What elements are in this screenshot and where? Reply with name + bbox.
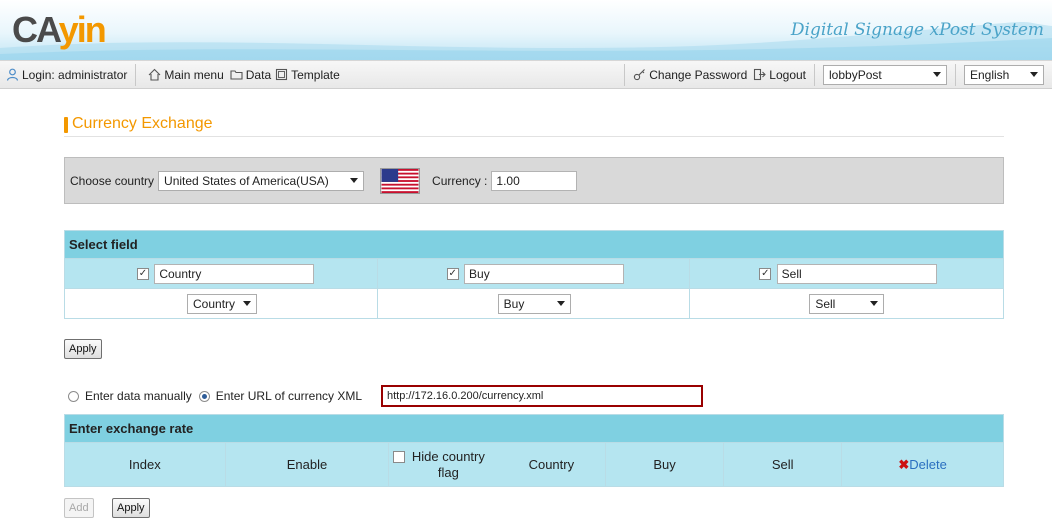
folder-icon	[230, 70, 243, 80]
template-icon	[276, 68, 288, 81]
template-link[interactable]: Template	[275, 68, 340, 82]
hide-flag-checkbox[interactable]	[393, 450, 406, 463]
menubar-divider	[814, 63, 815, 86]
index-column-header: Index	[64, 442, 226, 487]
logout-icon	[754, 68, 767, 81]
sell-field-input[interactable]: Sell	[776, 263, 937, 284]
logout-label: Logout	[769, 67, 806, 82]
chevron-down-icon	[350, 178, 359, 183]
site-select-value: lobbyPost	[829, 67, 882, 82]
delete-link[interactable]: Delete	[909, 457, 947, 472]
change-password-link[interactable]: Change Password	[633, 68, 747, 82]
buy-column-header: Buy	[604, 442, 725, 487]
data-label: Data	[245, 67, 272, 82]
select-field-heading: Select field	[64, 230, 1004, 259]
menubar-divider	[955, 63, 956, 86]
delete-icon: ✖	[898, 456, 910, 472]
add-row-button[interactable]: Add	[64, 498, 94, 518]
delete-column-header[interactable]: ✖Delete	[841, 442, 1004, 487]
chevron-down-icon	[1030, 72, 1038, 77]
hide-flag-label: Hide country flag	[411, 448, 485, 480]
exchange-rate-heading: Enter exchange rate	[64, 414, 1004, 443]
app-header: CAyin Digital Signage xPost System	[0, 0, 1052, 60]
top-menubar: Login: administrator Main menu Data Temp…	[0, 60, 1052, 89]
buy-field-checkbox[interactable]: ✓	[446, 268, 459, 281]
field-map-cell-country: Country	[64, 288, 378, 319]
main-menu-label: Main menu	[164, 67, 224, 82]
currency-input[interactable]: 1.00	[491, 170, 578, 191]
product-tagline: Digital Signage xPost System	[790, 20, 1044, 40]
country-select-value: United States of America(USA)	[164, 173, 329, 188]
home-icon	[149, 68, 161, 81]
buy-column-select-value: Buy	[503, 296, 525, 311]
menubar-divider	[135, 63, 137, 86]
data-source-options: Enter data manually Enter URL of currenc…	[68, 386, 362, 406]
chevron-down-icon	[933, 72, 941, 77]
title-accent-bar	[64, 117, 68, 133]
exchange-rate-table: Enter exchange rate Index Enable Hide co…	[64, 414, 1004, 487]
field-cell-sell: ✓ Sell	[689, 258, 1004, 289]
select-field-table: Select field ✓ Country ✓ Buy ✓ Sell Coun…	[64, 230, 1004, 319]
data-link[interactable]: Data	[230, 68, 271, 82]
buy-column-select[interactable]: Buy	[497, 293, 571, 314]
main-menu-link[interactable]: Main menu	[148, 67, 224, 82]
language-select-value: English	[970, 67, 1010, 82]
currency-label: Currency :	[432, 173, 488, 188]
field-cell-buy: ✓ Buy	[376, 258, 691, 289]
field-map-cell-sell: Sell	[689, 288, 1004, 319]
key-icon	[634, 69, 646, 81]
manual-entry-label: Enter data manually	[85, 389, 192, 403]
buy-field-input[interactable]: Buy	[464, 263, 625, 284]
menubar-divider	[624, 63, 626, 86]
page-title: Currency Exchange	[64, 115, 1004, 137]
choose-country-label: Choose country	[70, 173, 155, 188]
login-indicator: Login: administrator	[6, 68, 127, 82]
sell-column-header: Sell	[723, 442, 843, 487]
language-select[interactable]: English	[964, 64, 1044, 85]
manual-entry-radio[interactable]	[68, 390, 79, 402]
enable-column-header: Enable	[224, 442, 390, 487]
country-column-select-value: Country	[193, 296, 236, 311]
user-icon	[6, 68, 19, 81]
login-label: Login: administrator	[22, 67, 128, 82]
country-field-input[interactable]: Country	[154, 263, 315, 284]
chevron-down-icon	[556, 301, 565, 306]
country-panel: Choose country United States of America(…	[64, 157, 1004, 204]
country-select[interactable]: United States of America(USA)	[158, 170, 365, 191]
currency-xml-url-input[interactable]: http://172.16.0.200/currency.xml	[381, 385, 703, 407]
country-column-select[interactable]: Country	[187, 293, 257, 314]
logout-link[interactable]: Logout	[753, 68, 806, 82]
country-column-header: Country	[497, 442, 606, 487]
template-label: Template	[291, 67, 340, 82]
usa-flag-icon	[380, 167, 421, 194]
chevron-down-icon	[243, 301, 251, 306]
cayin-logo: CAyin	[12, 9, 107, 50]
apply-fields-button[interactable]: Apply	[64, 339, 102, 359]
url-xml-radio[interactable]	[198, 390, 210, 402]
change-password-label: Change Password	[649, 67, 748, 82]
country-field-checkbox[interactable]: ✓	[137, 268, 149, 281]
sell-column-select[interactable]: Sell	[809, 293, 885, 314]
sell-field-checkbox[interactable]: ✓	[759, 268, 772, 281]
sell-column-select-value: Sell	[815, 296, 836, 311]
apply-rates-button[interactable]: Apply	[112, 498, 150, 518]
hide-flag-column-header: Hide country flag	[388, 442, 498, 487]
site-select[interactable]: lobbyPost	[823, 64, 947, 85]
field-cell-country: ✓ Country	[64, 258, 378, 289]
chevron-down-icon	[870, 301, 879, 306]
url-xml-label: Enter URL of currency XML	[215, 389, 363, 403]
page-title-text: Currency Exchange	[72, 115, 213, 132]
field-map-cell-buy: Buy	[376, 288, 691, 319]
